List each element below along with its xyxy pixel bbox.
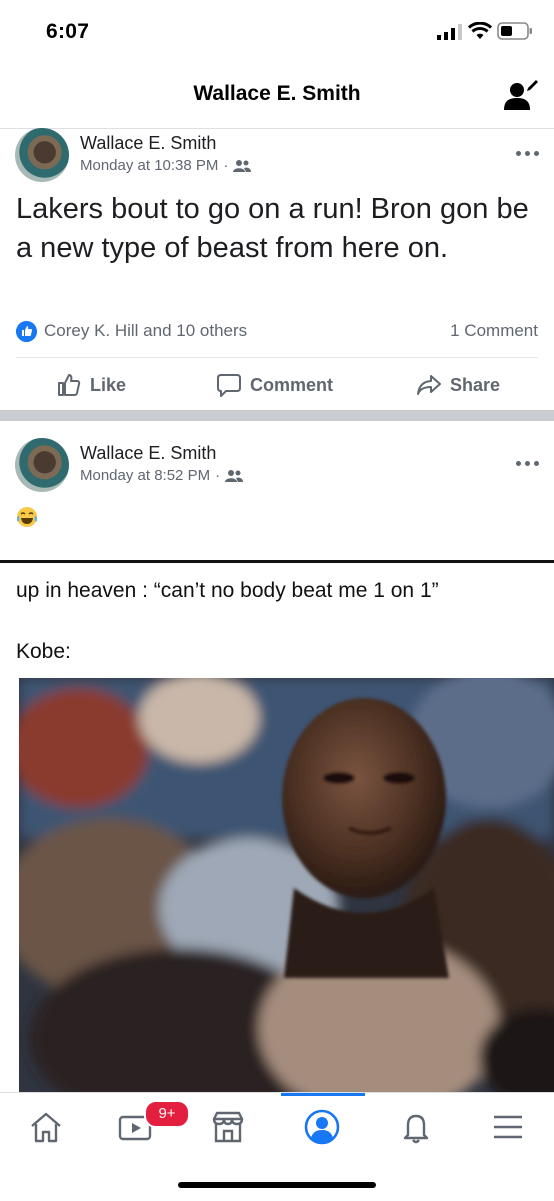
avatar[interactable] bbox=[15, 128, 69, 182]
home-icon[interactable] bbox=[24, 1109, 68, 1145]
share-icon bbox=[417, 375, 441, 395]
home-indicator[interactable] bbox=[178, 1182, 376, 1188]
divider bbox=[16, 357, 538, 358]
watch-notification-badge: 9+ bbox=[144, 1100, 190, 1128]
meme-caption: up in heaven : “can’t no body beat me 1 … bbox=[16, 579, 439, 602]
comment-count[interactable]: 1 Comment bbox=[450, 321, 538, 341]
more-options-icon[interactable] bbox=[516, 143, 546, 156]
post-author[interactable]: Wallace E. Smith bbox=[80, 443, 216, 464]
crowd-photo-image bbox=[19, 678, 554, 1093]
top-header: Wallace E. Smith bbox=[0, 66, 554, 129]
post-timestamp[interactable]: Monday at 8:52 PM bbox=[80, 467, 210, 484]
reactions-row[interactable]: Corey K. Hill and 10 others 1 Comment bbox=[16, 320, 538, 346]
comment-icon bbox=[217, 374, 241, 397]
active-tab-indicator bbox=[281, 1093, 365, 1096]
comment-button[interactable]: Comment bbox=[216, 370, 333, 400]
meme-photo[interactable] bbox=[19, 678, 554, 1093]
post-2-header: Wallace E. Smith Monday at 8:52 PM · bbox=[0, 438, 554, 498]
meta-separator: · bbox=[215, 467, 221, 484]
laughing-tears-emoji bbox=[17, 507, 37, 527]
profile-icon[interactable] bbox=[300, 1109, 344, 1145]
share-label: Share bbox=[450, 374, 501, 395]
person-edit-icon[interactable] bbox=[500, 76, 540, 116]
friends-icon bbox=[225, 469, 244, 482]
wifi-icon bbox=[468, 22, 492, 39]
post-timestamp[interactable]: Monday at 10:38 PM bbox=[80, 157, 218, 174]
like-reaction-icon bbox=[16, 321, 37, 342]
friends-icon bbox=[233, 159, 252, 172]
like-label: Like bbox=[90, 374, 127, 395]
meta-separator: · bbox=[223, 157, 229, 174]
post-author[interactable]: Wallace E. Smith bbox=[80, 133, 216, 154]
post-meta: Monday at 8:52 PM · bbox=[80, 467, 244, 484]
more-options-icon[interactable] bbox=[516, 453, 546, 466]
post-text: Lakers bout to go on a run! Bron gon be … bbox=[16, 193, 529, 264]
post-separator bbox=[0, 410, 554, 421]
marketplace-icon[interactable] bbox=[206, 1109, 250, 1145]
like-button[interactable]: Like bbox=[56, 370, 126, 400]
comment-label: Comment bbox=[250, 374, 334, 395]
post-meta: Monday at 10:38 PM · bbox=[80, 157, 252, 174]
notifications-icon[interactable] bbox=[394, 1109, 438, 1145]
meme-subject-label: Kobe: bbox=[16, 640, 71, 663]
post-1: Wallace E. Smith Monday at 10:38 PM · bbox=[0, 128, 554, 410]
battery-icon bbox=[497, 22, 532, 40]
status-bar: 6:07 bbox=[0, 0, 554, 66]
reactors-text[interactable]: Corey K. Hill and 10 others bbox=[44, 321, 247, 341]
page-title: Wallace E. Smith bbox=[193, 82, 361, 105]
status-time: 6:07 bbox=[46, 20, 90, 43]
signal-icon bbox=[437, 24, 462, 40]
meme-top-border bbox=[0, 560, 554, 563]
thumbs-up-icon bbox=[58, 374, 81, 396]
menu-icon[interactable] bbox=[486, 1109, 530, 1145]
share-button[interactable]: Share bbox=[416, 370, 500, 400]
avatar[interactable] bbox=[15, 438, 69, 492]
